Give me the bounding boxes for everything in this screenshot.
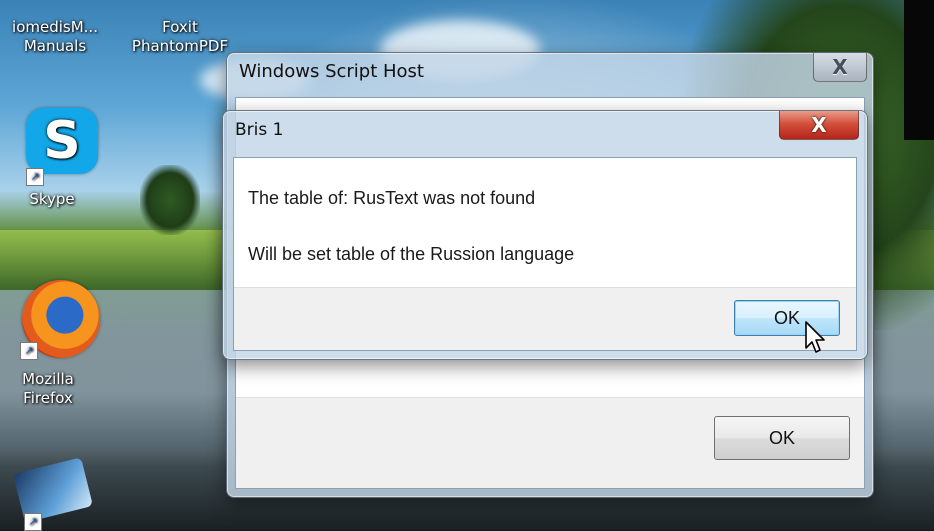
desktop-icon-label: Foxit — [162, 18, 198, 36]
tree — [140, 165, 200, 235]
screen-edge — [904, 0, 934, 140]
shortcut-arrow-icon: ↗ — [20, 342, 38, 360]
dialog-title: Bris 1 — [235, 120, 284, 140]
shortcut-arrow-icon: ↗ — [24, 513, 42, 531]
close-button[interactable]: X — [813, 53, 867, 82]
desktop-icon-label: iomedisM... — [12, 18, 98, 36]
ok-button[interactable]: OK — [714, 416, 850, 460]
desktop-icon-firefox[interactable]: ↗ Mozilla Firefox — [10, 280, 120, 408]
message-text: The table of: RusText was not found — [248, 188, 536, 208]
close-icon: X — [832, 55, 848, 79]
close-icon: X — [811, 113, 827, 137]
desktop-icon-label: PhantomPDF — [131, 37, 229, 55]
desktop-icon-biomedis-manuals[interactable]: iomedisM... Manuals — [0, 18, 110, 56]
close-button[interactable]: X — [779, 111, 859, 140]
dialog-client-area: The table of: RusText was not found Will… — [233, 157, 857, 351]
bris-1-dialog: Bris 1 X The table of: RusText was not f… — [222, 110, 868, 360]
desktop-icon-app[interactable]: ↗ — [12, 457, 118, 531]
desktop-icon-label: Mozilla — [22, 370, 74, 388]
desktop-icon-label: Manuals — [23, 37, 87, 55]
dialog-title: Windows Script Host — [239, 61, 424, 82]
mouse-pointer-icon — [805, 321, 825, 353]
skype-icon: S — [26, 108, 98, 174]
dialog-button-bar: OK — [234, 287, 856, 350]
desktop-icon-label: Skype — [29, 190, 75, 208]
message-text: Will be set table of the Russion languag… — [248, 244, 575, 264]
dialog-button-bar: OK — [236, 397, 864, 488]
desktop-icon-foxit-phantompdf[interactable]: Foxit PhantomPDF — [125, 18, 235, 56]
shortcut-arrow-icon: ↗ — [26, 168, 44, 186]
desktop-icon-label: Firefox — [23, 389, 73, 407]
desktop-icon-skype[interactable]: S ↗ Skype — [12, 108, 112, 209]
